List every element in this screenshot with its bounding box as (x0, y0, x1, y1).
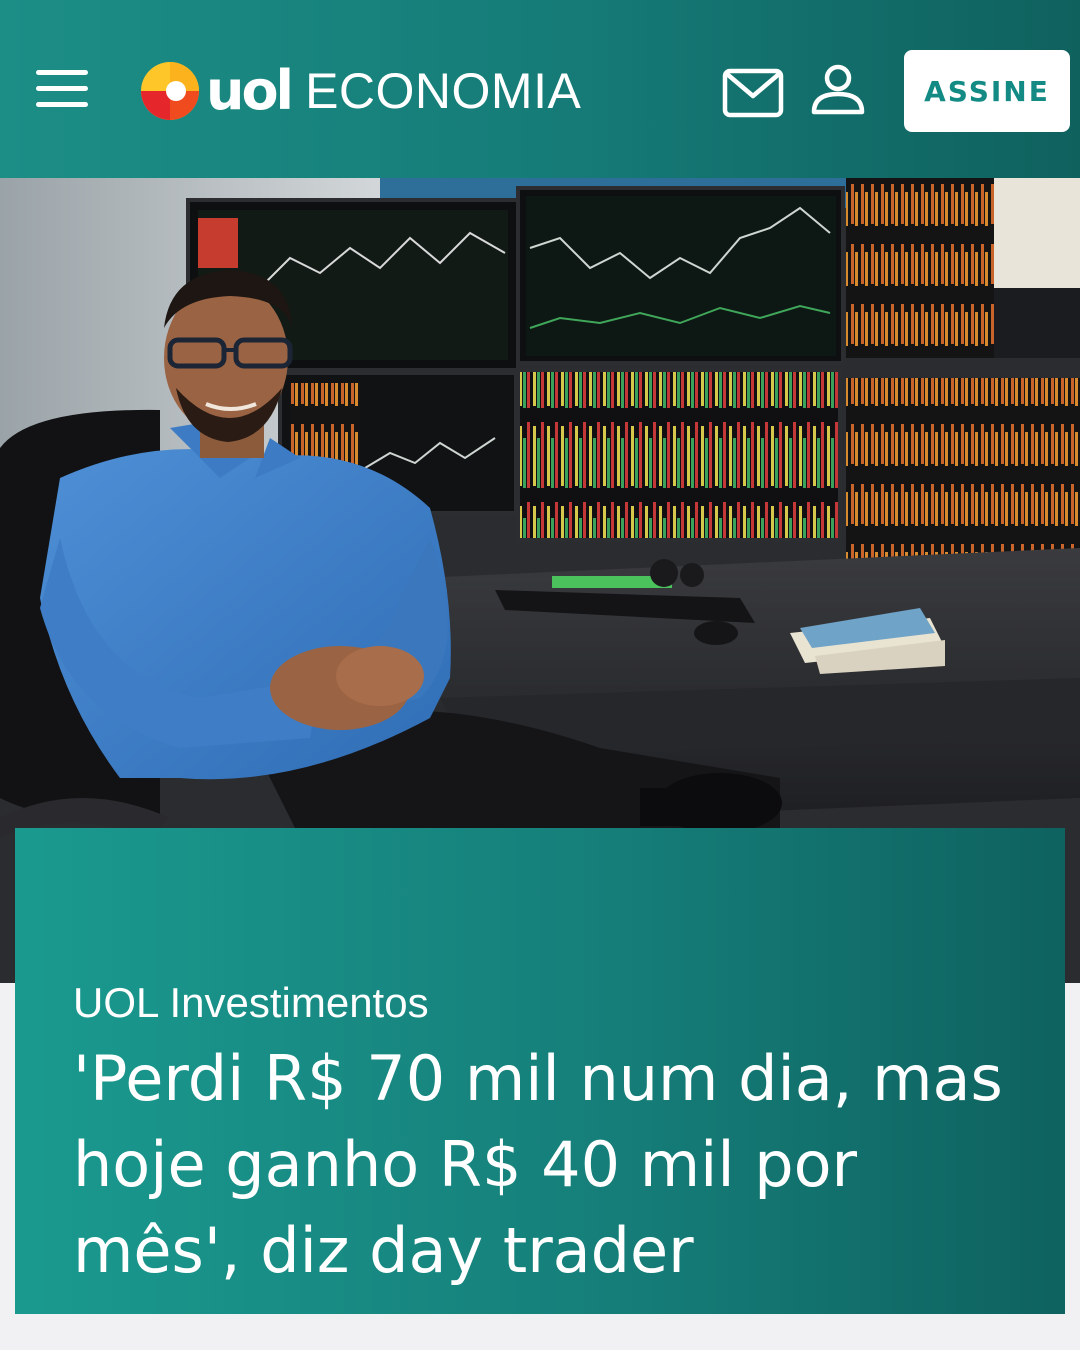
article-headline[interactable]: 'Perdi R$ 70 mil num dia, mas hoje ganho… (73, 1036, 1013, 1294)
page: uol ECONOMIA ASSINE UOL Investimentos 'P… (0, 0, 1080, 1350)
subscribe-button[interactable]: ASSINE (904, 50, 1070, 132)
headline-card[interactable]: UOL Investimentos 'Perdi R$ 70 mil num d… (15, 828, 1065, 1314)
article-kicker: UOL Investimentos (73, 979, 429, 1026)
uol-economia-logo[interactable]: uol ECONOMIA (140, 58, 581, 124)
section-name: ECONOMIA (305, 63, 582, 119)
site-header: uol ECONOMIA ASSINE (0, 0, 1080, 178)
menu-icon[interactable] (36, 70, 90, 110)
uol-ball-icon (141, 62, 199, 120)
logo-wordmark: uol (206, 59, 294, 122)
envelope-icon[interactable] (722, 68, 784, 118)
user-icon[interactable] (810, 64, 866, 116)
